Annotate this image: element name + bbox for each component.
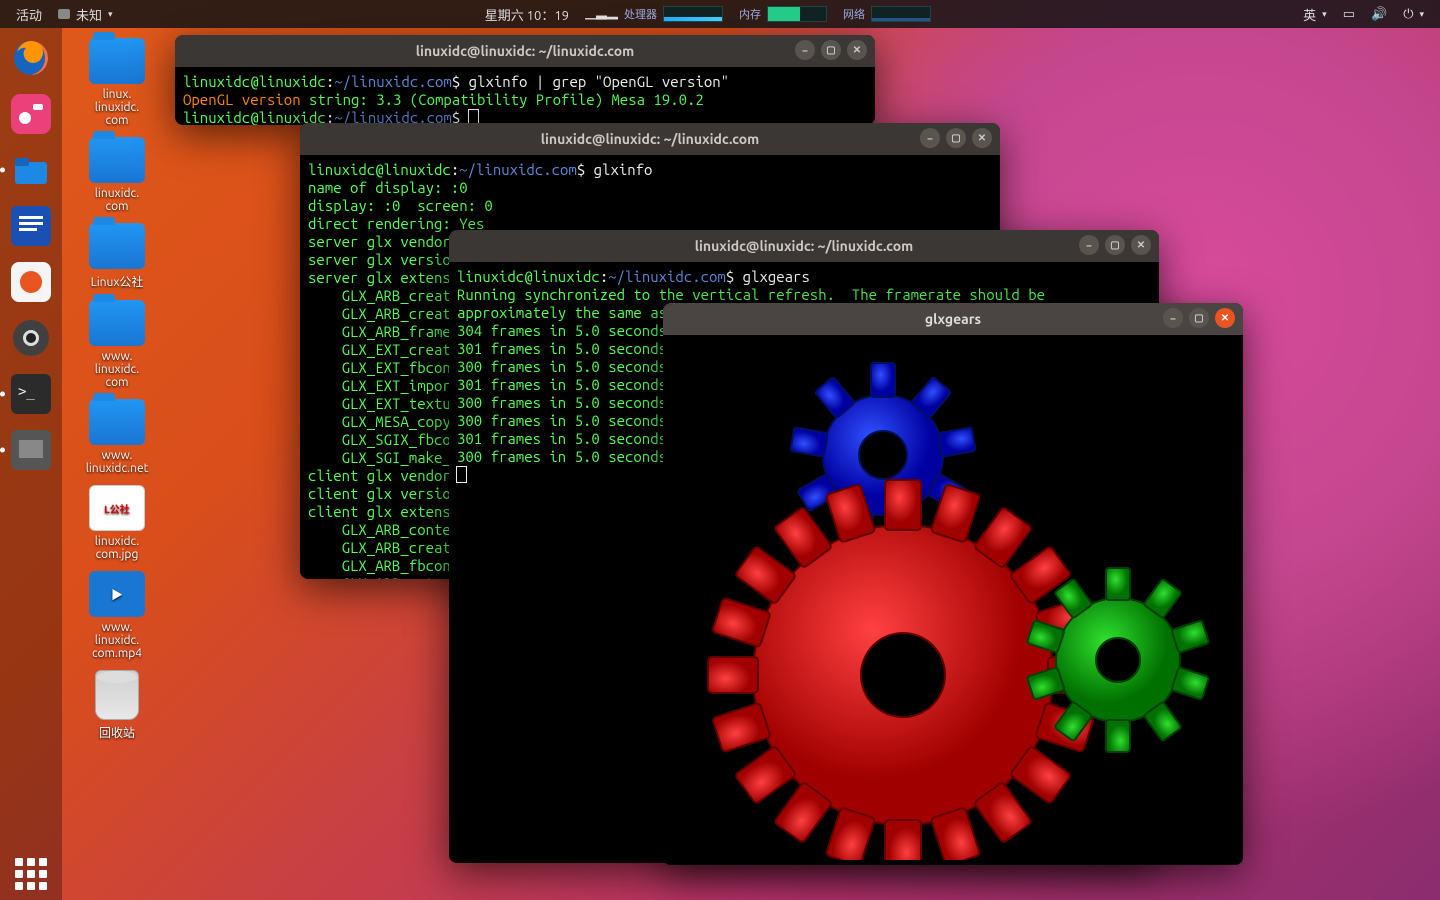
- dock-software[interactable]: [7, 258, 55, 306]
- titlebar[interactable]: linuxidc@linuxidc: ~/linuxidc.com – ▢ ✕: [300, 123, 1000, 155]
- glxgears-window[interactable]: glxgears – ▢ ✕: [663, 303, 1243, 865]
- desktop-trash[interactable]: 回收站: [72, 670, 162, 741]
- window-title: linuxidc@linuxidc: ~/linuxidc.com: [695, 238, 913, 254]
- cpu-indicator[interactable]: ▁▃▂ 处理器: [577, 6, 731, 22]
- dock-glxgears[interactable]: [7, 426, 55, 474]
- desktop-folder[interactable]: www.linuxidc.com: [72, 300, 162, 389]
- minimize-button[interactable]: –: [1163, 308, 1183, 328]
- cpu-graph: [663, 6, 723, 22]
- icon-label: Linux公社: [72, 273, 162, 290]
- close-button[interactable]: ✕: [972, 128, 992, 148]
- mem-graph: [767, 6, 827, 22]
- window-title: linuxidc@linuxidc: ~/linuxidc.com: [541, 131, 759, 147]
- desktop-folder[interactable]: www.linuxidc.net: [72, 399, 162, 475]
- network-icon[interactable]: ▭: [1335, 7, 1363, 22]
- minimize-button[interactable]: –: [1079, 235, 1099, 255]
- minimize-button[interactable]: –: [920, 128, 940, 148]
- apps-grid-icon: [15, 858, 47, 890]
- net-graph: [871, 6, 931, 22]
- power-icon[interactable]: ⏻ ▾: [1395, 7, 1432, 22]
- dock-firefox[interactable]: [7, 34, 55, 82]
- maximize-button[interactable]: ▢: [1189, 308, 1209, 328]
- desktop-folder[interactable]: linux.linuxidc.com: [72, 38, 162, 127]
- app-menu-label: 未知: [76, 5, 102, 24]
- window-title: glxgears: [925, 311, 981, 327]
- icon-label: linuxidc.com: [72, 187, 162, 213]
- net-indicator[interactable]: 网络: [835, 6, 939, 22]
- dock-camera[interactable]: [7, 314, 55, 362]
- activities-button[interactable]: 活动: [8, 5, 50, 24]
- window-title: linuxidc@linuxidc: ~/linuxidc.com: [416, 43, 634, 59]
- close-button[interactable]: ✕: [1131, 235, 1151, 255]
- app-menu[interactable]: 未知 ▾: [50, 5, 121, 24]
- desktop-video[interactable]: ▶www.linuxidc.com.mp4: [72, 571, 162, 660]
- maximize-button[interactable]: ▢: [1105, 235, 1125, 255]
- desktop-icons: linux.linuxidc.com linuxidc.com Linux公社 …: [72, 38, 172, 751]
- desktop-folder[interactable]: Linux公社: [72, 223, 162, 290]
- icon-label: www.linuxidc.com.mp4: [72, 621, 162, 660]
- clock[interactable]: 星期六 10：19: [477, 5, 577, 24]
- graph-icon: ▁▃▂: [585, 6, 618, 22]
- desktop-image[interactable]: L公社linuxidc.com.jpg: [72, 485, 162, 561]
- maximize-button[interactable]: ▢: [821, 40, 841, 60]
- launcher-dock: >_: [0, 28, 62, 900]
- titlebar[interactable]: linuxidc@linuxidc: ~/linuxidc.com – ▢ ✕: [175, 35, 875, 67]
- app-icon: [58, 9, 70, 19]
- close-button[interactable]: ✕: [1215, 308, 1235, 328]
- icon-label: www.linuxidc.net: [72, 449, 162, 475]
- svg-text:>_: >_: [18, 384, 35, 400]
- maximize-button[interactable]: ▢: [946, 128, 966, 148]
- titlebar[interactable]: linuxidc@linuxidc: ~/linuxidc.com – ▢ ✕: [449, 230, 1159, 262]
- glxgears-canvas: [663, 335, 1243, 865]
- show-applications[interactable]: [0, 858, 62, 890]
- minimize-button[interactable]: –: [795, 40, 815, 60]
- chevron-down-icon: ▾: [108, 9, 113, 20]
- titlebar[interactable]: glxgears – ▢ ✕: [663, 303, 1243, 335]
- cursor: [457, 467, 466, 482]
- mem-indicator[interactable]: 内存: [731, 6, 835, 22]
- icon-label: www.linuxidc.com: [72, 350, 162, 389]
- ime-indicator[interactable]: 英 ▾: [1295, 5, 1335, 24]
- net-label: 网络: [843, 6, 865, 22]
- ime-label: 英: [1303, 5, 1316, 24]
- icon-label: linux.linuxidc.com: [72, 88, 162, 127]
- close-button[interactable]: ✕: [847, 40, 867, 60]
- cpu-label: 处理器: [624, 6, 657, 22]
- dock-screenshot[interactable]: [7, 90, 55, 138]
- desktop-folder[interactable]: linuxidc.com: [72, 137, 162, 213]
- top-panel: 活动 未知 ▾ 星期六 10：19 ▁▃▂ 处理器 内存 网络 英 ▾ ▭ 🔊 …: [0, 0, 1440, 28]
- dock-files[interactable]: [7, 146, 55, 194]
- dock-libreoffice-writer[interactable]: [7, 202, 55, 250]
- dock-terminal[interactable]: >_: [7, 370, 55, 418]
- volume-icon[interactable]: 🔊: [1363, 7, 1395, 22]
- icon-label: 回收站: [72, 724, 162, 741]
- terminal-output[interactable]: linuxidc@linuxidc:~/linuxidc.com$ glxinf…: [175, 67, 875, 125]
- chevron-down-icon: ▾: [1322, 9, 1327, 20]
- terminal-window-1[interactable]: linuxidc@linuxidc: ~/linuxidc.com – ▢ ✕ …: [175, 35, 875, 125]
- mem-label: 内存: [739, 6, 761, 22]
- icon-label: linuxidc.com.jpg: [72, 535, 162, 561]
